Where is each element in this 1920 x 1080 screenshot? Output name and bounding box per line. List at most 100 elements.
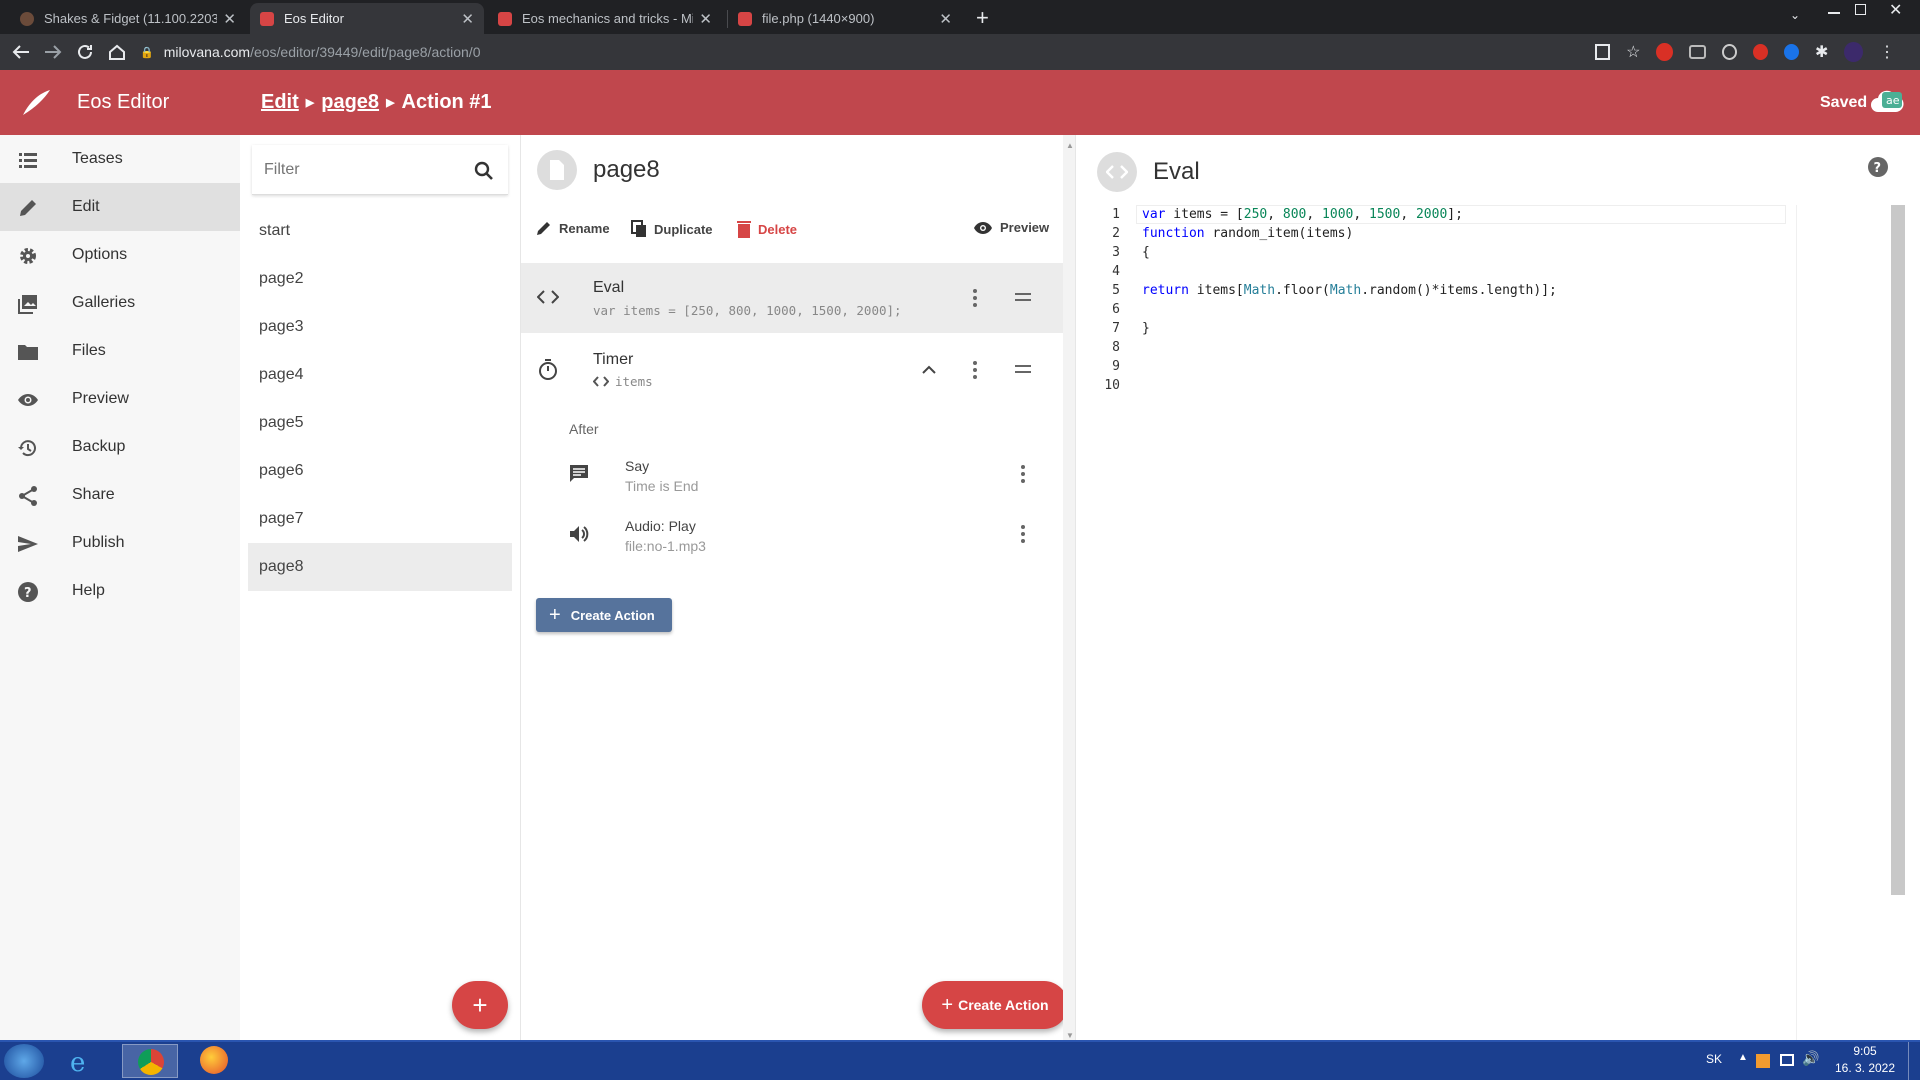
language-indicator[interactable]: SK — [1706, 1052, 1722, 1066]
filter-input[interactable] — [252, 145, 462, 195]
duplicate-button[interactable]: Duplicate — [631, 220, 713, 238]
browser-tab-active[interactable]: Eos Editor ✕ — [250, 3, 484, 34]
sidebar-item-options[interactable]: Options — [0, 231, 240, 279]
preview-button[interactable]: Preview — [973, 220, 1049, 235]
share-page-icon[interactable] — [1595, 44, 1611, 60]
after-label: After — [569, 421, 599, 437]
new-tab-button[interactable]: + — [976, 5, 989, 31]
gear-icon — [20, 248, 36, 264]
code-editor[interactable]: 1 2 3 4 5 6 7 8 9 10 var items = [250, 8… — [1076, 205, 1920, 1040]
line-number: 4 — [1112, 264, 1120, 279]
sidebar-item-label: Files — [72, 342, 106, 359]
reload-icon[interactable] — [76, 43, 94, 61]
code-scrollbar-thumb[interactable] — [1891, 205, 1905, 895]
chevron-up-icon[interactable] — [922, 365, 936, 374]
firefox-icon[interactable] — [200, 1046, 228, 1074]
action-item-eval[interactable]: Eval var items = [250, 800, 1000, 1500, … — [521, 263, 1064, 333]
scroll-down-icon[interactable]: ▼ — [1066, 1031, 1074, 1040]
sidebar-item-label: Preview — [72, 390, 129, 407]
drag-handle-icon[interactable] — [1015, 365, 1031, 377]
create-action-button[interactable]: + Create Action — [536, 598, 672, 632]
bookmark-star-icon[interactable]: ☆ — [1626, 42, 1640, 62]
action-item-timer[interactable]: Timer items — [521, 335, 1064, 405]
page-item-page7[interactable]: page7 — [248, 495, 512, 543]
internet-explorer-icon[interactable]: e — [70, 1048, 85, 1078]
avatar[interactable] — [1844, 42, 1864, 62]
sidebar-item-help[interactable]: ? Help — [0, 567, 240, 615]
extension-icon[interactable] — [1722, 44, 1738, 60]
scroll-up-icon[interactable]: ▲ — [1066, 141, 1074, 150]
more-vert-icon[interactable] — [973, 361, 977, 382]
close-tab-icon[interactable]: ✕ — [461, 10, 474, 28]
page-item-page4[interactable]: page4 — [248, 351, 512, 399]
breadcrumb-page[interactable]: page8 — [321, 91, 379, 114]
close-tab-icon[interactable]: ✕ — [939, 10, 952, 28]
subaction-item-say[interactable]: Say Time is End — [553, 445, 1053, 503]
delete-button[interactable]: Delete — [737, 220, 797, 238]
adblock-icon[interactable] — [1656, 43, 1674, 61]
restore-icon[interactable] — [1855, 4, 1866, 15]
page-item-page2[interactable]: page2 — [248, 255, 512, 303]
search-icon[interactable] — [474, 161, 494, 181]
menu-dots-icon[interactable]: ⋮ — [1879, 42, 1895, 62]
breadcrumb-edit[interactable]: Edit — [261, 91, 299, 114]
drag-handle-icon[interactable] — [1015, 293, 1031, 305]
network-icon[interactable] — [1780, 1054, 1794, 1066]
more-vert-icon[interactable] — [973, 289, 977, 310]
line-number: 8 — [1112, 340, 1120, 355]
tab-search-icon[interactable]: ⌄ — [1790, 8, 1800, 22]
page-item-page6[interactable]: page6 — [248, 447, 512, 495]
address-bar[interactable]: 🔒 milovana.com/eos/editor/39449/edit/pag… — [140, 38, 1580, 66]
svg-text:?: ? — [1874, 161, 1882, 176]
start-button[interactable] — [4, 1044, 44, 1078]
sidebar-item-backup[interactable]: Backup — [0, 423, 240, 471]
more-vert-icon[interactable] — [1021, 525, 1025, 546]
close-tab-icon[interactable]: ✕ — [699, 10, 712, 28]
extension-icon[interactable] — [1784, 44, 1800, 60]
extension-icon[interactable] — [1689, 45, 1707, 59]
help-icon[interactable]: ? — [1867, 156, 1889, 178]
sidebar-item-label: Edit — [72, 198, 100, 215]
back-icon[interactable] — [12, 44, 30, 60]
forward-icon[interactable] — [44, 44, 62, 60]
clock[interactable]: 9:05 16. 3. 2022 — [1830, 1044, 1900, 1075]
sidebar-item-galleries[interactable]: Galleries — [0, 279, 240, 327]
page-item-page3[interactable]: page3 — [248, 303, 512, 351]
favicon-icon — [738, 11, 752, 26]
more-vert-icon[interactable] — [1021, 465, 1025, 486]
rename-button[interactable]: Rename — [536, 220, 610, 236]
browser-tab[interactable]: Shakes & Fidget (11.100.220314... ✕ — [10, 3, 246, 34]
create-action-fab[interactable]: + Create Action — [922, 981, 1068, 1029]
extension-icon[interactable] — [1753, 44, 1769, 60]
taskbar-chrome[interactable] — [122, 1044, 178, 1078]
tray-app-icon[interactable] — [1756, 1054, 1770, 1068]
page-item-start[interactable]: start — [248, 207, 512, 255]
browser-tab[interactable]: file.php (1440×900) ✕ — [728, 3, 962, 34]
speaker-icon[interactable]: 🔊 — [1802, 1050, 1819, 1067]
sidebar-item-publish[interactable]: Publish — [0, 519, 240, 567]
sidebar-item-edit[interactable]: Edit — [0, 183, 240, 231]
close-tab-icon[interactable]: ✕ — [223, 10, 236, 28]
add-page-button[interactable]: + — [452, 981, 508, 1029]
tray-expand-icon[interactable]: ▲ — [1738, 1052, 1748, 1063]
sidebar-item-share[interactable]: Share — [0, 471, 240, 519]
line-number: 1 — [1112, 207, 1120, 222]
close-window-icon[interactable]: ✕ — [1889, 0, 1902, 20]
document-icon — [550, 160, 564, 180]
sidebar-item-files[interactable]: Files — [0, 327, 240, 375]
sidebar-item-teases[interactable]: Teases — [0, 135, 240, 183]
page-item-page5[interactable]: page5 — [248, 399, 512, 447]
browser-tab[interactable]: Eos mechanics and tricks - Milov... ✕ — [488, 3, 722, 34]
svg-text:ae: ae — [1886, 94, 1900, 107]
middle-scrollbar[interactable]: ▲ ▼ — [1063, 135, 1075, 1040]
code-minimap[interactable] — [1796, 205, 1906, 1040]
page-item-page8[interactable]: page8 — [248, 543, 512, 591]
action-type: Timer — [593, 351, 634, 368]
show-desktop-button[interactable] — [1908, 1042, 1920, 1080]
subaction-item-audio[interactable]: Audio: Play file:no-1.mp3 — [553, 505, 1053, 563]
home-icon[interactable] — [108, 43, 126, 61]
minimize-icon[interactable] — [1828, 12, 1840, 14]
code-icon — [593, 376, 609, 387]
sidebar-item-preview[interactable]: Preview — [0, 375, 240, 423]
puzzle-icon[interactable]: ✱ — [1815, 42, 1828, 62]
